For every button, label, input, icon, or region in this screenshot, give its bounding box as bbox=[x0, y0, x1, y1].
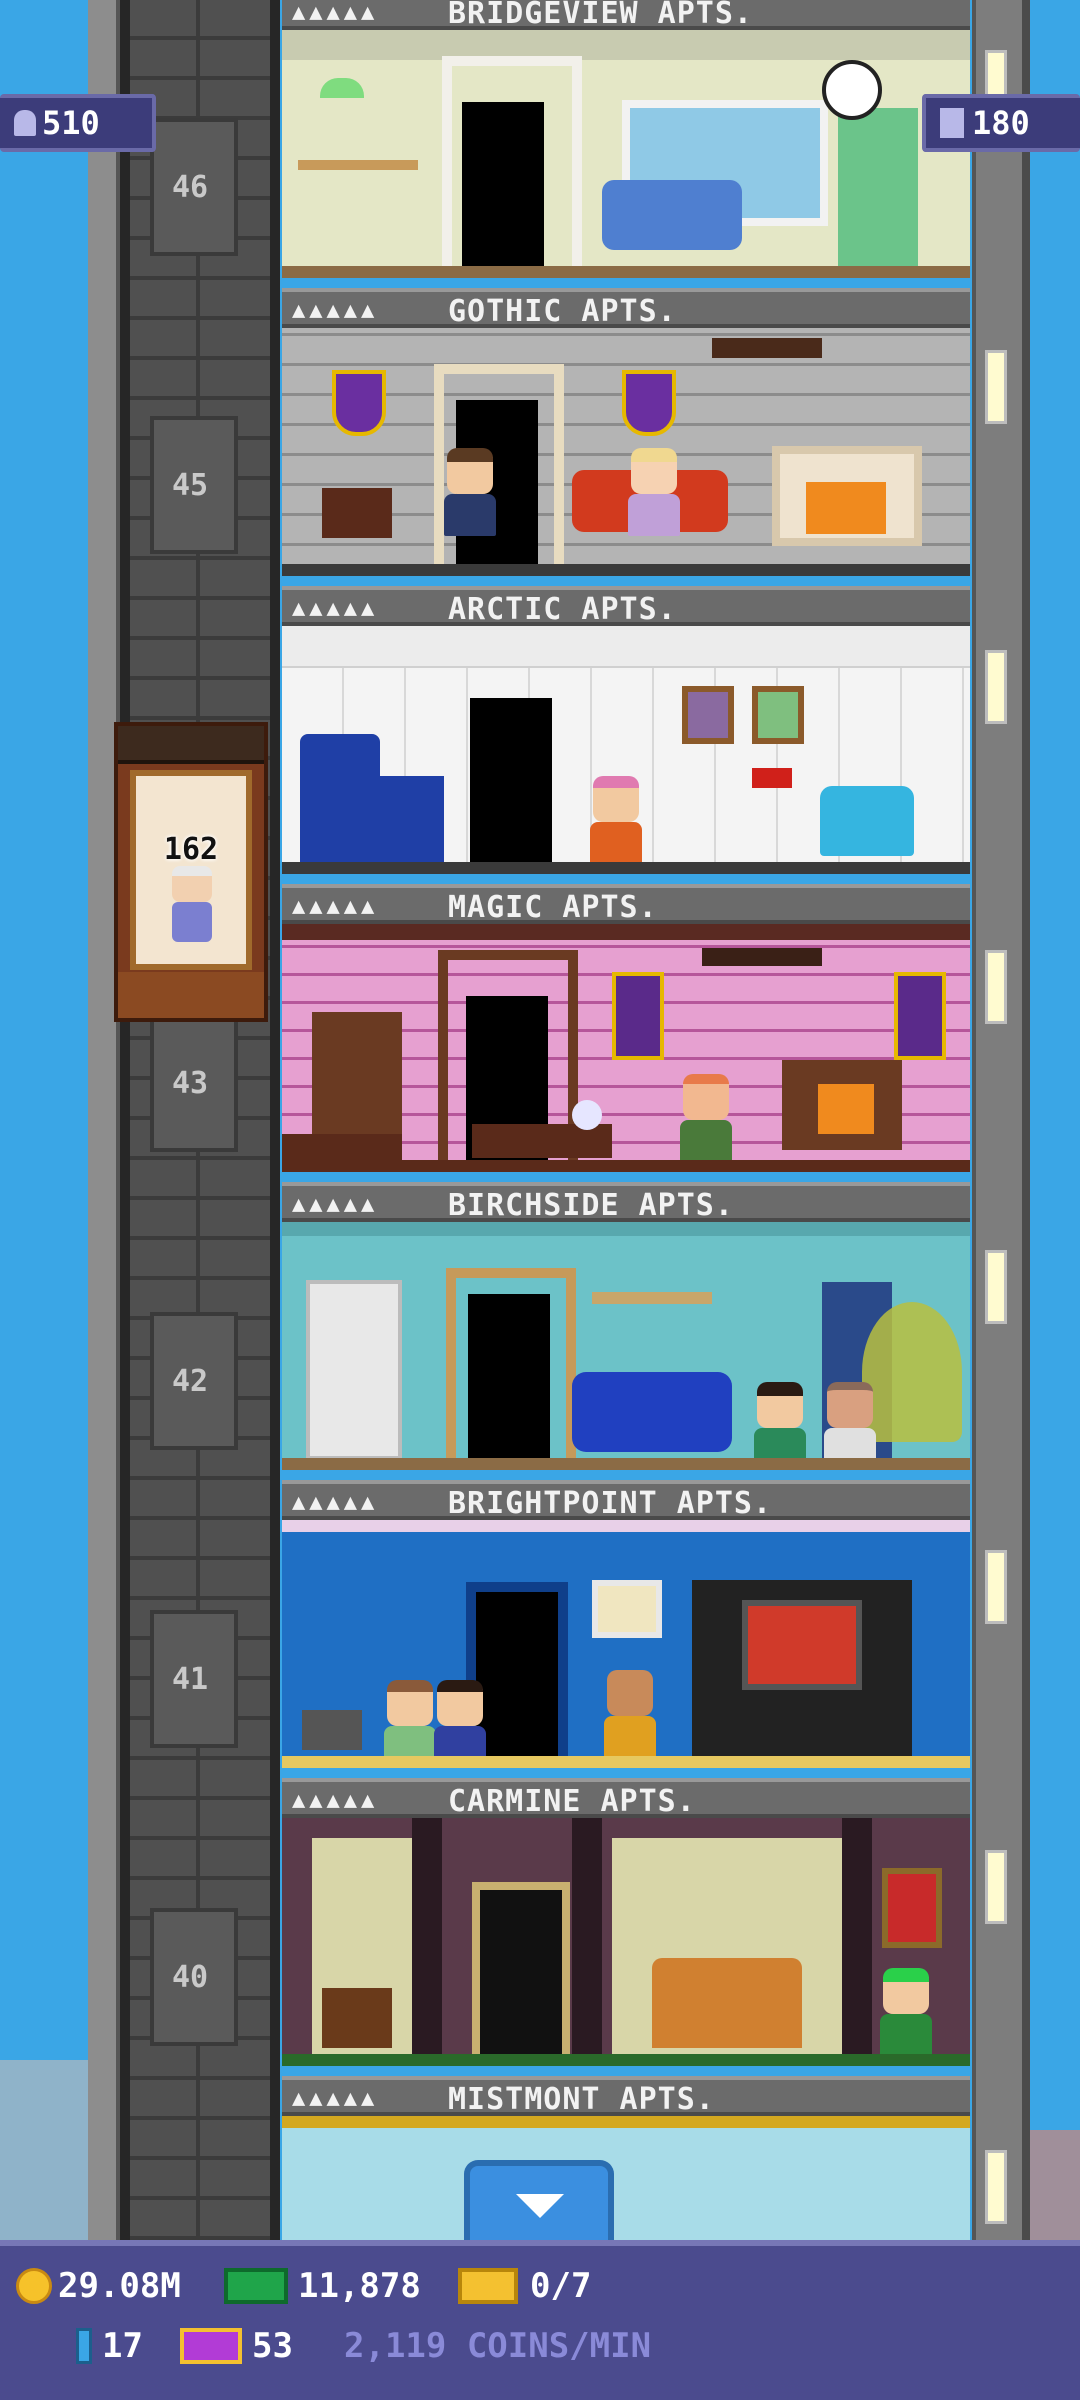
floor-number: 42 bbox=[171, 1364, 209, 1399]
tower-window bbox=[985, 2150, 1007, 2224]
floor-name: ARCTIC APTS. bbox=[448, 592, 677, 627]
coins-display[interactable]: 29.08M bbox=[16, 2266, 181, 2306]
tower-window bbox=[985, 1250, 1007, 1324]
floor-carmine[interactable]: ▲▲▲▲▲ CARMINE APTS. bbox=[282, 1778, 970, 2078]
floor-birchside[interactable]: ▲▲▲▲▲ BIRCHSIDE APTS. bbox=[282, 1182, 970, 1482]
tickets-value: 0/7 bbox=[530, 2266, 592, 2306]
floor-rating: ▲▲▲▲▲ bbox=[292, 1192, 379, 1217]
bux-value: 11,878 bbox=[298, 2266, 421, 2306]
population-value: 510 bbox=[42, 104, 100, 142]
floor-name: BRIGHTPOINT APTS. bbox=[448, 1486, 773, 1521]
floor-number: 46 bbox=[171, 170, 209, 205]
elevator-bottom bbox=[118, 972, 264, 1018]
floor-sign: ▲▲▲▲▲ MAGIC APTS. bbox=[282, 884, 970, 925]
floors-value: 180 bbox=[972, 104, 1030, 142]
floor-sign: ▲▲▲▲▲ BRIGHTPOINT APTS. bbox=[282, 1480, 970, 1521]
resident[interactable] bbox=[678, 1074, 734, 1162]
vip-display[interactable]: 53 bbox=[180, 2326, 293, 2366]
elevator-car: 162 bbox=[130, 770, 252, 970]
floor-rating: ▲▲▲▲▲ bbox=[292, 1788, 379, 1813]
floor-rating: ▲▲▲▲▲ bbox=[292, 2086, 379, 2111]
floor-rating: ▲▲▲▲▲ bbox=[292, 596, 379, 621]
floor-number: 45 bbox=[171, 468, 209, 503]
building-icon bbox=[940, 108, 964, 138]
tower-window bbox=[985, 650, 1007, 724]
room-interior bbox=[282, 30, 970, 278]
resident[interactable] bbox=[752, 1382, 808, 1470]
resident[interactable] bbox=[588, 776, 644, 864]
ticket-icon bbox=[458, 2268, 518, 2304]
chevron-down-icon[interactable] bbox=[464, 2160, 614, 2250]
bux-icon bbox=[224, 2268, 288, 2304]
resident[interactable] bbox=[602, 1670, 658, 1758]
vip-icon bbox=[180, 2328, 242, 2364]
resident[interactable] bbox=[442, 448, 498, 536]
floor-sign: ▲▲▲▲▲ BIRCHSIDE APTS. bbox=[282, 1182, 970, 1223]
tower-window bbox=[985, 1850, 1007, 1924]
floor-sign: ▲▲▲▲▲ MISTMONT APTS. bbox=[282, 2076, 970, 2117]
resident[interactable] bbox=[382, 1680, 438, 1768]
floor-gothic[interactable]: ▲▲▲▲▲ GOTHIC APTS. bbox=[282, 288, 970, 588]
bux-display[interactable]: 11,878 bbox=[224, 2266, 421, 2306]
floor-name: MAGIC APTS. bbox=[448, 890, 658, 925]
floor-name: MISTMONT APTS. bbox=[448, 2082, 715, 2117]
coins-per-min: 2,119 COINS/MIN bbox=[344, 2326, 652, 2366]
resident[interactable] bbox=[432, 1680, 488, 1768]
floor-sign: ▲▲▲▲▲ CARMINE APTS. bbox=[282, 1778, 970, 1819]
floor-sign: ▲▲▲▲▲ GOTHIC APTS. bbox=[282, 288, 970, 329]
floor-name: BIRCHSIDE APTS. bbox=[448, 1188, 734, 1223]
tower-window bbox=[985, 350, 1007, 424]
floor-sign: ▲▲▲▲▲ ARCTIC APTS. bbox=[282, 586, 970, 627]
room-interior bbox=[282, 1222, 970, 1470]
floor-number: 40 bbox=[171, 1960, 209, 1995]
room-interior bbox=[282, 1818, 970, 2066]
floor-name: CARMINE APTS. bbox=[448, 1784, 696, 1819]
room-interior bbox=[282, 1520, 970, 1768]
floors-counter[interactable]: 180 bbox=[922, 94, 1080, 152]
tickets-display[interactable]: 0/7 bbox=[458, 2266, 591, 2306]
floor-rating: ▲▲▲▲▲ bbox=[292, 0, 379, 25]
resident[interactable] bbox=[822, 1382, 878, 1470]
floor-number: 43 bbox=[171, 1066, 209, 1101]
resident[interactable] bbox=[878, 1968, 934, 2056]
room-interior bbox=[282, 924, 970, 1172]
floor-rating: ▲▲▲▲▲ bbox=[292, 1490, 379, 1515]
floor-bridgeview[interactable]: ▲▲▲▲▲ BRIDGEVIEW APTS. bbox=[282, 0, 970, 290]
elevator-top bbox=[118, 726, 264, 764]
room-interior bbox=[282, 328, 970, 576]
tower-window bbox=[985, 950, 1007, 1024]
floor-brightpoint[interactable]: ▲▲▲▲▲ BRIGHTPOINT APTS. bbox=[282, 1480, 970, 1780]
coins-value: 29.08M bbox=[58, 2266, 181, 2306]
floor-sign: ▲▲▲▲▲ BRIDGEVIEW APTS. bbox=[282, 0, 970, 31]
floor-name: GOTHIC APTS. bbox=[448, 294, 677, 329]
floor-number: 41 bbox=[171, 1662, 209, 1697]
elevator-passenger-count: 162 bbox=[163, 832, 219, 867]
elevator-rider bbox=[172, 866, 212, 946]
population-counter[interactable]: 510 bbox=[0, 94, 156, 152]
floor-magic[interactable]: ▲▲▲▲▲ MAGIC APTS. bbox=[282, 884, 970, 1184]
floor-name: BRIDGEVIEW APTS. bbox=[448, 0, 753, 31]
status-bar: 29.08M 11,878 0/7 17 53 2,119 COINS/MIN bbox=[0, 2240, 1080, 2400]
person-icon bbox=[14, 110, 36, 136]
shaft-rail bbox=[120, 0, 130, 2240]
elevator[interactable]: 162 bbox=[114, 722, 268, 1022]
vip-value: 53 bbox=[252, 2326, 293, 2366]
floor-rating: ▲▲▲▲▲ bbox=[292, 298, 379, 323]
coin-icon bbox=[16, 2268, 52, 2304]
blocks-value: 17 bbox=[102, 2326, 143, 2366]
blocks-display[interactable]: 17 bbox=[76, 2326, 143, 2366]
tower-window bbox=[985, 1550, 1007, 1624]
room-interior bbox=[282, 626, 970, 874]
floor-arctic[interactable]: ▲▲▲▲▲ ARCTIC APTS. bbox=[282, 586, 970, 886]
shaft-rail bbox=[270, 0, 280, 2240]
block-icon bbox=[76, 2328, 92, 2364]
tower-right-edge bbox=[1022, 0, 1030, 2240]
floor-rating: ▲▲▲▲▲ bbox=[292, 894, 379, 919]
resident[interactable] bbox=[626, 448, 682, 536]
tower-left-wall bbox=[88, 0, 120, 2240]
